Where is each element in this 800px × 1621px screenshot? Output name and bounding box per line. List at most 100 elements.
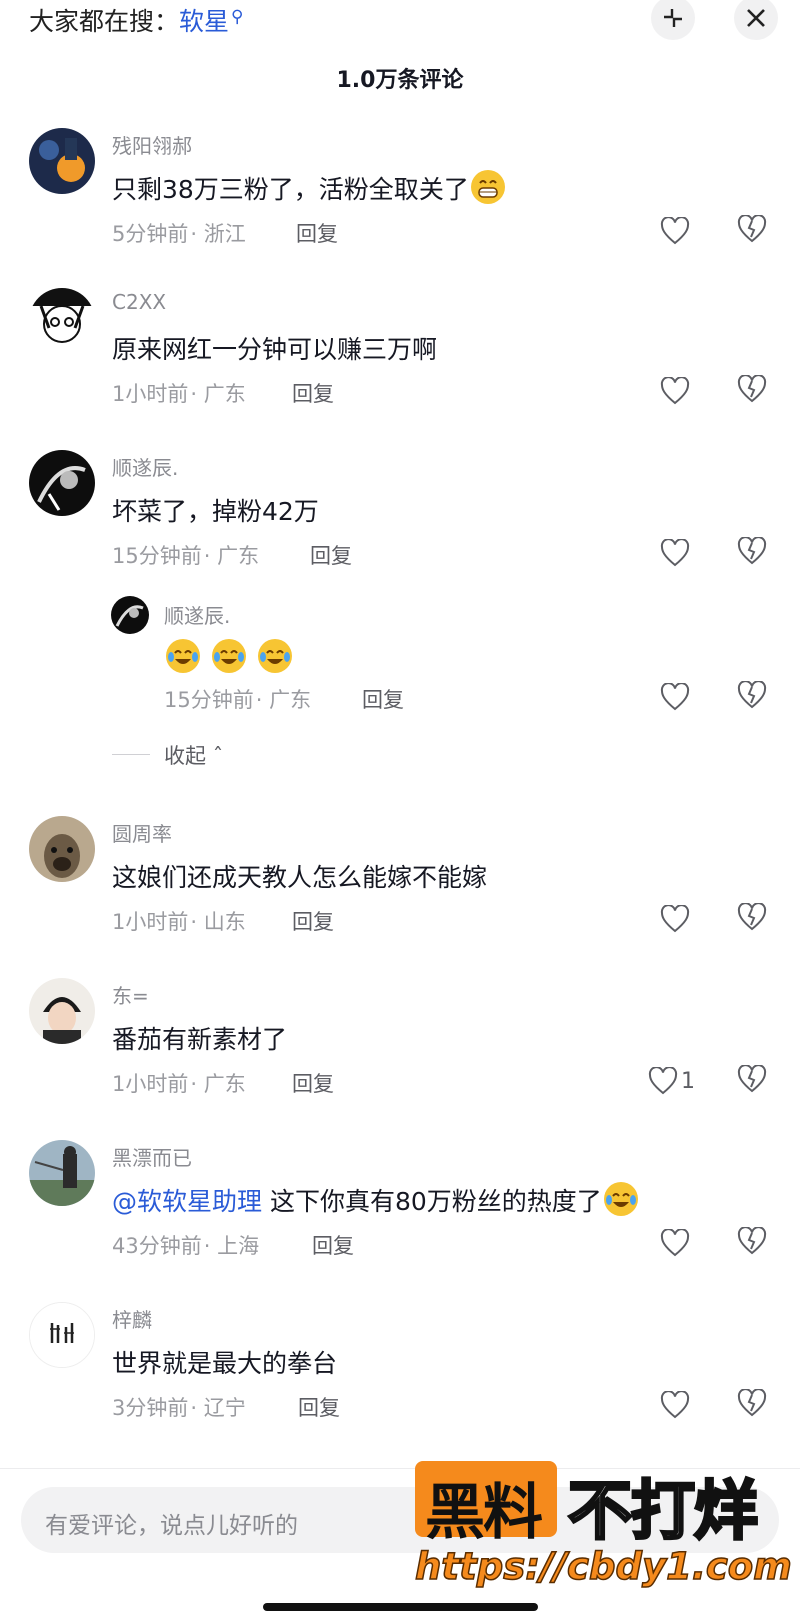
heart-icon xyxy=(660,217,690,245)
comment-text: 世界就是最大的拳台 xyxy=(112,1349,338,1378)
like-button[interactable] xyxy=(660,1227,694,1259)
comment-text-body: 这下你真有80万粉丝的热度了 xyxy=(262,1187,602,1216)
like-button[interactable] xyxy=(660,1389,694,1421)
broken-heart-icon xyxy=(737,1064,767,1093)
search-icon: ⚲ xyxy=(231,7,244,27)
comment-time: 5分钟前 xyxy=(112,222,189,246)
dislike-button[interactable] xyxy=(737,902,771,935)
avatar[interactable] xyxy=(29,1302,95,1368)
comment-time: 1小时前 xyxy=(112,382,189,406)
avatar[interactable] xyxy=(29,978,95,1044)
reply-button[interactable]: 回复 xyxy=(298,1392,340,1422)
heart-icon xyxy=(660,683,690,711)
comment-meta: 15分钟前· 广东 xyxy=(164,684,311,714)
comment-meta: 43分钟前· 上海 xyxy=(112,1230,259,1260)
comment-location: · 上海 xyxy=(203,1234,260,1258)
comment-text xyxy=(164,639,292,673)
comment-meta: 3分钟前· 辽宁 xyxy=(112,1392,246,1422)
username[interactable]: C2XX xyxy=(112,290,166,314)
reply-button[interactable]: 回复 xyxy=(292,906,334,936)
avatar[interactable] xyxy=(29,816,95,882)
watermark-brand-text: 黑料 xyxy=(425,1478,543,1548)
comment-text: 坏菜了，掉粉42万 xyxy=(112,497,319,526)
comment-time: 15分钟前 xyxy=(112,544,202,568)
comment-meta: 1小时前· 山东 xyxy=(112,906,246,936)
heart-icon xyxy=(660,905,690,933)
like-button[interactable] xyxy=(660,215,694,247)
crying-laugh-emoji xyxy=(603,1182,638,1216)
broken-heart-icon xyxy=(737,902,767,931)
comment-location: · 广东 xyxy=(190,1072,246,1096)
reply-button[interactable]: 回复 xyxy=(296,218,338,248)
dislike-button[interactable] xyxy=(737,1064,771,1097)
like-button[interactable] xyxy=(660,903,694,935)
like-button[interactable]: 1 xyxy=(648,1065,708,1097)
comment-time: 15分钟前 xyxy=(164,688,254,712)
reply-button[interactable]: 回复 xyxy=(292,1068,334,1098)
heart-icon xyxy=(648,1067,678,1095)
like-button[interactable] xyxy=(660,681,694,713)
tears-of-joy-emoji xyxy=(212,639,246,673)
top-bar: 大家都在搜：软星 ⚲ xyxy=(0,0,800,40)
comment-location: · 辽宁 xyxy=(190,1396,246,1420)
comment-text: @软软星助理 这下你真有80万粉丝的热度了 xyxy=(112,1182,638,1218)
avatar[interactable] xyxy=(29,450,95,516)
dislike-button[interactable] xyxy=(737,214,771,247)
comment-location: · 广东 xyxy=(203,544,260,568)
comment-location: · 山东 xyxy=(190,910,246,934)
comment-time: 1小时前 xyxy=(112,1072,189,1096)
heart-icon xyxy=(660,1229,690,1257)
comment-text: 只剩38万三粉了，活粉全取关了 xyxy=(112,170,505,206)
search-suggestion[interactable]: 大家都在搜：软星 ⚲ xyxy=(29,2,243,38)
dislike-button[interactable] xyxy=(737,536,771,569)
comment-location: · 广东 xyxy=(190,382,246,406)
avatar[interactable] xyxy=(29,288,95,354)
comment-text: 番茄有新素材了 xyxy=(112,1025,288,1054)
comment-text: 原来网红一分钟可以赚三万啊 xyxy=(112,335,438,364)
username[interactable]: 梓麟 xyxy=(112,1304,152,1333)
comment-meta: 1小时前· 广东 xyxy=(112,378,246,408)
like-button[interactable] xyxy=(660,537,694,569)
dislike-button[interactable] xyxy=(737,680,771,713)
dislike-button[interactable] xyxy=(737,374,771,407)
comment-meta: 5分钟前· 浙江 xyxy=(112,218,246,248)
broken-heart-icon xyxy=(737,214,767,243)
avatar[interactable] xyxy=(29,1140,95,1206)
comment-location: · 浙江 xyxy=(190,222,246,246)
input-placeholder: 有爱评论，说点儿好听的 xyxy=(45,1513,298,1539)
grin-emoji xyxy=(470,170,505,204)
home-indicator[interactable] xyxy=(263,1603,538,1611)
reply-button[interactable]: 回复 xyxy=(312,1230,354,1260)
comment-location: · 广东 xyxy=(255,688,312,712)
heart-icon xyxy=(660,1391,690,1419)
username[interactable]: 残阳翎郝 xyxy=(112,130,192,159)
reply-button[interactable]: 回复 xyxy=(292,378,334,408)
divider xyxy=(112,754,150,755)
username[interactable]: 顺遂辰. xyxy=(164,600,230,629)
comment-time: 1小时前 xyxy=(112,910,189,934)
watermark-url: https://cbdy1.com xyxy=(414,1544,792,1589)
avatar[interactable] xyxy=(29,128,95,194)
username[interactable]: 圆周率 xyxy=(112,818,172,847)
search-keyword[interactable]: 软星 xyxy=(179,7,229,36)
broken-heart-icon xyxy=(737,680,767,709)
reply-button[interactable]: 回复 xyxy=(362,684,404,714)
username[interactable]: 黑漂而已 xyxy=(112,1142,192,1171)
like-button[interactable] xyxy=(660,375,694,407)
collapse-arrows-icon[interactable] xyxy=(651,0,695,40)
close-icon[interactable] xyxy=(734,0,778,40)
comment-text: 这娘们还成天教人怎么能嫁不能嫁 xyxy=(112,863,488,892)
collapse-text: 收起 xyxy=(164,744,206,768)
reply-button[interactable]: 回复 xyxy=(310,540,352,570)
collapse-label: 收起 ˆ xyxy=(164,740,223,770)
watermark: 黑料 不打烊 https://cbdy1.com xyxy=(413,1460,793,1590)
username[interactable]: 东= xyxy=(112,980,149,1009)
username[interactable]: 顺遂辰. xyxy=(112,452,178,481)
mention-link[interactable]: @软软星助理 xyxy=(112,1187,262,1216)
comment-time: 3分钟前 xyxy=(112,1396,189,1420)
dislike-button[interactable] xyxy=(737,1226,771,1259)
tears-of-joy-emoji xyxy=(166,639,200,673)
avatar[interactable] xyxy=(111,596,149,634)
dislike-button[interactable] xyxy=(737,1388,771,1421)
comment-text-body: 只剩38万三粉了，活粉全取关了 xyxy=(112,175,469,204)
